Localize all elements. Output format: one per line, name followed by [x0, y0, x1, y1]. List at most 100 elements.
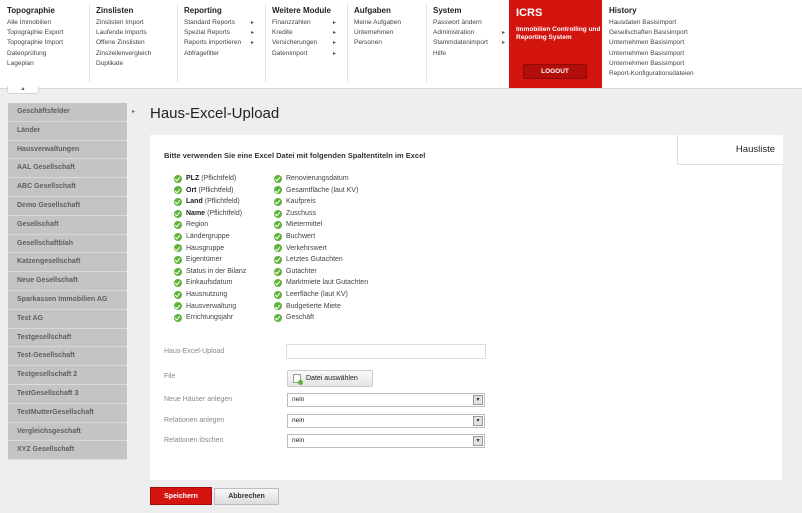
- relationen-anlegen-select[interactable]: nein ▾: [287, 414, 485, 428]
- nav-item[interactable]: Unternehmen: [354, 28, 401, 38]
- nav-item[interactable]: Topographie Import: [7, 38, 63, 48]
- sidebar-item[interactable]: Testgesellschaft 2: [8, 366, 127, 385]
- nav-title-history[interactable]: History: [609, 6, 694, 15]
- nav-item[interactable]: Abfragefilter: [184, 49, 240, 59]
- relationen-loeschen-select[interactable]: nein ▾: [287, 434, 485, 448]
- column-name: Leerfläche (laut KV): [286, 290, 348, 298]
- nav-title-zinslisten[interactable]: Zinslisten: [96, 6, 151, 15]
- save-button[interactable]: Speichern: [150, 487, 212, 505]
- sidebar-item[interactable]: Test AG: [8, 309, 127, 329]
- column-requirement-item: Geschäft: [274, 312, 368, 324]
- chevron-down-icon[interactable]: ▾: [473, 436, 483, 446]
- required-columns-list-right: Renovierungsdatum Gesamtfläche (laut KV) K…: [274, 173, 368, 324]
- nav-item[interactable]: Offene Zinslisten: [96, 38, 151, 48]
- sidebar-item[interactable]: Vergleichsgeschaft: [8, 422, 127, 442]
- sidebar-item[interactable]: Demo Gesellschaft: [8, 196, 127, 216]
- nav-title-topographie[interactable]: Topographie: [7, 6, 63, 15]
- check-circle-icon: [174, 221, 182, 230]
- column-name: Letztes Gutachten: [286, 256, 343, 264]
- nav-item[interactable]: Laufende Imports: [96, 28, 151, 38]
- nav-item[interactable]: Meine Aufgaben: [354, 18, 401, 28]
- nav-item[interactable]: Spezial Reports ▸: [184, 28, 254, 38]
- nav-item[interactable]: Gesellschaften Basisimport: [609, 28, 694, 38]
- check-circle-icon: [174, 255, 182, 264]
- nav-item[interactable]: Versicherungen ▸: [272, 38, 336, 48]
- column-requirement-item: Land (Pflichtfeld): [174, 196, 246, 208]
- chevron-down-icon[interactable]: ▾: [473, 395, 483, 405]
- nav-item[interactable]: Unternehmen Basisimport: [609, 59, 694, 69]
- nav-item[interactable]: Datenimport ▸: [272, 49, 336, 59]
- column-name: Gutachter: [286, 267, 317, 275]
- choose-file-button[interactable]: Datei auswählen: [287, 370, 373, 387]
- sidebar-item[interactable]: Neue Gesellschaft: [8, 272, 127, 291]
- nav-item[interactable]: Zinszeilenvergleich: [96, 49, 151, 59]
- collapse-menu-toggle[interactable]: ▴: [7, 86, 39, 94]
- cancel-button[interactable]: Abbrechen: [214, 488, 279, 505]
- nav-item-label: Stammdatenimport: [433, 39, 488, 47]
- nav-item[interactable]: Lageplan: [7, 59, 63, 69]
- upload-name-field[interactable]: [286, 344, 486, 359]
- sidebar-item[interactable]: Hausverwaltungen: [8, 140, 127, 160]
- top-navigation: Topographie Alle Immobilien Topographie E…: [0, 0, 802, 89]
- nav-item[interactable]: Unternehmen Basisimport: [609, 38, 694, 48]
- sidebar-item[interactable]: AAL Gesellschaft: [8, 159, 127, 179]
- nav-item[interactable]: Topographie Export: [7, 28, 63, 38]
- sidebar-item[interactable]: Länder: [8, 121, 127, 141]
- check-circle-icon: [274, 174, 282, 183]
- column-note: (Pflichtfeld): [201, 175, 237, 182]
- sidebar-item[interactable]: TestMutterGesellschaft: [8, 403, 127, 423]
- check-circle-icon: [174, 186, 182, 195]
- neue-haeuser-select[interactable]: nein ▾: [287, 393, 485, 407]
- nav-item[interactable]: Standard Reports ▸: [184, 18, 254, 28]
- upload-label: Haus-Excel-Upload: [164, 348, 225, 355]
- nav-title-weitere-module[interactable]: Weitere Module: [272, 6, 331, 15]
- sidebar-toggle-icon[interactable]: ▸: [132, 108, 135, 115]
- sidebar-item[interactable]: ABC Gesellschaft: [8, 178, 127, 197]
- column-requirement-item: Gutachter: [274, 266, 368, 278]
- check-circle-icon: [274, 209, 282, 218]
- nav-item[interactable]: Alle Immobilien: [7, 18, 63, 28]
- sidebar-item[interactable]: Sparkassen Immobilien AG: [8, 290, 127, 310]
- check-circle-icon: [174, 290, 182, 299]
- sidebar-item[interactable]: Test-Gesellschaft: [8, 347, 127, 367]
- chevron-down-icon[interactable]: ▾: [473, 416, 483, 426]
- nav-item[interactable]: Kredite ▸: [272, 28, 336, 38]
- nav-item[interactable]: Unternehmen Basisimport: [609, 49, 694, 59]
- nav-item-label: Kredite: [272, 29, 293, 37]
- nav-item[interactable]: Stammdatenimport ▸: [433, 38, 505, 48]
- sidebar-item[interactable]: TestGesellschaft 3: [8, 384, 127, 404]
- nav-item[interactable]: Personen: [354, 38, 401, 48]
- nav-item[interactable]: Report-Konfigurationsdateien: [609, 69, 694, 79]
- sidebar-item[interactable]: XYZ Gesellschaft: [8, 441, 127, 461]
- nav-item[interactable]: Datenprüfung: [7, 49, 63, 59]
- file-label: File: [164, 373, 176, 380]
- nav-item[interactable]: Passwort ändern: [433, 18, 491, 28]
- nav-item[interactable]: Administration ▸: [433, 28, 505, 38]
- nav-title-aufgaben[interactable]: Aufgaben: [354, 6, 401, 15]
- check-circle-icon: [174, 267, 182, 276]
- tab-hausliste[interactable]: Hausliste: [677, 135, 783, 165]
- sidebar-item[interactable]: Katzengesellschaft: [8, 253, 127, 273]
- column-note: Ländergruppe: [186, 232, 230, 240]
- relationen-anlegen-value: nein: [292, 417, 305, 424]
- nav-item[interactable]: Hilfe: [433, 49, 491, 59]
- nav-item[interactable]: Finanzzahlen ▸: [272, 18, 336, 28]
- column-requirement-item: Eigentümer: [174, 254, 246, 266]
- logout-button[interactable]: LOGOUT: [523, 64, 587, 79]
- nav-title-system[interactable]: System: [433, 6, 491, 15]
- nav-item[interactable]: Reports importieren ▸: [184, 38, 254, 48]
- sidebar-item[interactable]: Gesellschaftblah: [8, 234, 127, 254]
- choose-file-label: Datei auswählen: [306, 375, 358, 382]
- sidebar-item[interactable]: Testgesellschaft: [8, 328, 127, 348]
- nav-column-system: System Passwort ändern Administration ▸ Sta…: [433, 6, 505, 59]
- nav-item[interactable]: Zinslisten Import: [96, 18, 151, 28]
- column-name: Verkehrswert: [286, 244, 327, 252]
- sidebar-item[interactable]: Geschäftsfelder: [8, 103, 127, 122]
- check-circle-icon: [274, 221, 282, 230]
- brand-panel: ICRS Immobilien Controlling und Reportin…: [509, 0, 602, 88]
- instruction-text: Bitte verwenden Sie eine Excel Datei mit…: [164, 151, 426, 160]
- nav-item[interactable]: Hausdaten Basisimport: [609, 18, 694, 28]
- nav-title-reporting[interactable]: Reporting: [184, 6, 240, 15]
- sidebar-item[interactable]: Gesellschaft: [8, 215, 127, 235]
- nav-item[interactable]: Duplikate: [96, 59, 151, 69]
